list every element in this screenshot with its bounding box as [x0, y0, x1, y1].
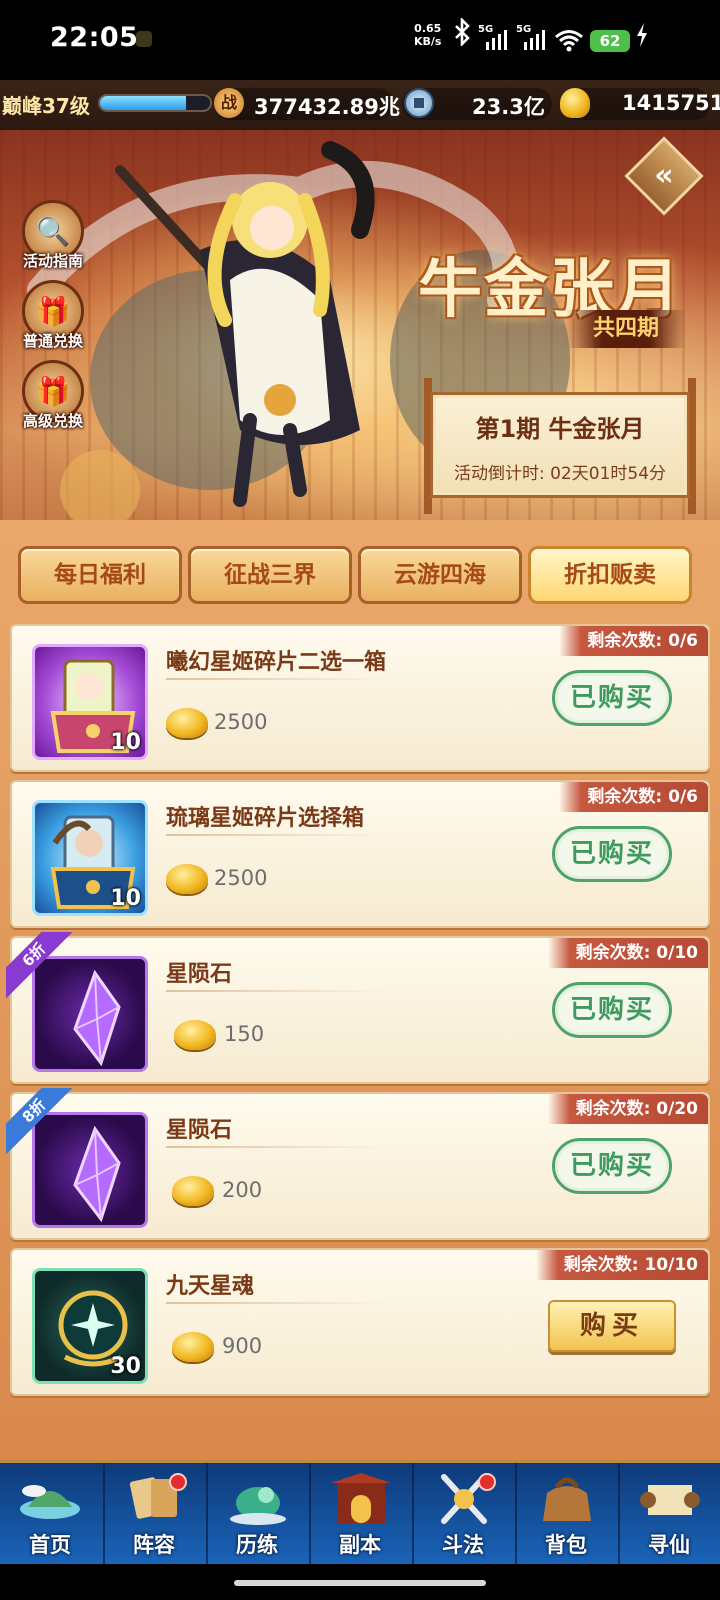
resource-bar: 巅峰37级 战 377432.89兆 23.3亿 1415751: [0, 80, 720, 130]
star-fragment-chest-icon: 10: [32, 644, 148, 760]
event-info-board: 第1期 牛金张月 活动倒计时: 02天01时54分: [430, 392, 690, 498]
status-bar: 22:05 0.65 KB/s 5G 5G 62: [0, 0, 720, 80]
tab-travel[interactable]: 云游四海: [358, 546, 522, 604]
bag-icon: [543, 1477, 591, 1521]
item-name: 琉璃星姬碎片选择箱: [166, 806, 365, 831]
remaining-count: 剩余次数: 0/6: [559, 782, 708, 812]
nav-home[interactable]: 首页: [0, 1463, 100, 1567]
nav-dungeon[interactable]: 副本: [309, 1463, 409, 1567]
item-name: 星陨石: [166, 1118, 233, 1143]
normal-exchange-button[interactable]: 🎁 普通兑换: [20, 280, 86, 351]
signal-icon-sim1: 5G: [478, 24, 510, 52]
bottom-nav: 首页 阵容 历练 副本 斗法 背包 寻仙: [0, 1460, 720, 1567]
remaining-count: 剩余次数: 0/6: [559, 626, 708, 656]
activity-guide-button[interactable]: 🔍 活动指南: [20, 200, 86, 271]
buy-button[interactable]: 购买: [548, 1300, 676, 1352]
item-name: 曦幻星姬碎片二选一箱: [166, 650, 387, 675]
power-icon: 战: [214, 88, 244, 118]
gold-ingot-icon: [560, 88, 590, 118]
list-item: 6折 星陨石 150 剩余次数: 0/10 已购买: [6, 932, 710, 1084]
network-speed: 0.65 KB/s: [414, 22, 442, 48]
list-item: 10 曦幻星姬碎片二选一箱 2500 剩余次数: 0/6 已购买: [10, 624, 710, 772]
gold-value: 1415751: [622, 91, 720, 115]
shop-panel: 每日福利 征战三界 云游四海 折扣贩卖 10 曦幻星姬碎片二选一箱 2500 剩…: [0, 520, 720, 1460]
exp-bar: [98, 94, 212, 112]
signal-icon-sim2: 5G: [516, 24, 548, 52]
gold-ingot-icon: [172, 1332, 214, 1362]
nav-lineup[interactable]: 阵容: [103, 1463, 203, 1567]
tab-conquest[interactable]: 征战三界: [188, 546, 352, 604]
notification-dot-icon: [136, 31, 152, 47]
back-arrow-icon: «: [654, 158, 674, 193]
discount-ribbon: 8折: [6, 1088, 76, 1158]
nav-duel[interactable]: 斗法: [412, 1463, 512, 1567]
item-price: 2500: [214, 866, 268, 890]
gold-ingot-icon: [166, 864, 208, 894]
list-item: 30 九天星魂 900 剩余次数: 10/10 购买: [10, 1248, 710, 1396]
item-price: 2500: [214, 710, 268, 734]
purchased-button[interactable]: 已购买: [552, 1138, 672, 1194]
gate-icon: [331, 1473, 391, 1523]
remaining-count: 剩余次数: 0/10: [547, 938, 708, 968]
island-icon: [20, 1485, 80, 1519]
wifi-icon: [554, 28, 584, 52]
nav-bag[interactable]: 背包: [515, 1463, 615, 1567]
nav-training[interactable]: 历练: [206, 1463, 306, 1567]
advanced-exchange-button[interactable]: 🎁 高级兑换: [20, 360, 86, 431]
remaining-count: 剩余次数: 0/20: [547, 1094, 708, 1124]
star-soul-orb-icon: 30: [32, 1268, 148, 1384]
copper-coin-icon: [404, 88, 434, 118]
clock: 22:05: [50, 22, 139, 53]
item-name: 星陨石: [166, 962, 233, 987]
tab-daily-welfare[interactable]: 每日福利: [18, 546, 182, 604]
notification-badge: [478, 1473, 496, 1491]
tab-discount-sale[interactable]: 折扣贩卖: [528, 546, 692, 604]
event-countdown: 活动倒计时: 02天01时54分: [453, 464, 667, 484]
combat-power-value: 377432.89兆: [254, 95, 400, 119]
glaze-chest-icon: 10: [32, 800, 148, 916]
item-price: 200: [222, 1178, 263, 1202]
bluetooth-icon: [452, 16, 472, 52]
list-item: 8折 星陨石 200 剩余次数: 0/20 已购买: [6, 1088, 710, 1240]
item-price: 150: [224, 1022, 265, 1046]
home-indicator[interactable]: [234, 1580, 486, 1586]
dragon-icon: [230, 1487, 286, 1525]
scroll-icon: [640, 1485, 700, 1515]
remaining-count: 剩余次数: 10/10: [535, 1250, 708, 1280]
discount-ribbon: 6折: [6, 932, 76, 1002]
charging-icon: [636, 23, 648, 52]
current-period: 第1期 牛金张月: [475, 415, 645, 443]
player-level: 巅峰37级: [2, 94, 90, 118]
item-price: 900: [222, 1334, 263, 1358]
list-item: 10 琉璃星姬碎片选择箱 2500 剩余次数: 0/6 已购买: [10, 780, 710, 928]
battery-icon: 62: [590, 30, 630, 52]
item-name: 九天星魂: [166, 1274, 255, 1299]
exp-fill: [100, 96, 186, 110]
gold-ingot-icon: [166, 708, 208, 738]
total-periods-tag: 共四期: [566, 310, 686, 348]
tab-bar: 每日福利 征战三界 云游四海 折扣贩卖: [18, 546, 704, 606]
nav-seek-immortal[interactable]: 寻仙: [618, 1463, 718, 1567]
purchased-button[interactable]: 已购买: [552, 826, 672, 882]
notification-badge: [169, 1473, 187, 1491]
copper-value: 23.3亿: [472, 95, 545, 119]
gold-ingot-icon: [174, 1020, 216, 1050]
gold-ingot-icon: [172, 1176, 214, 1206]
purchased-button[interactable]: 已购买: [552, 670, 672, 726]
event-banner: 🔍 活动指南 🎁 普通兑换 🎁 高级兑换 « 牛金张月 共四期 第1期 牛金张月…: [0, 130, 720, 530]
purchased-button[interactable]: 已购买: [552, 982, 672, 1038]
